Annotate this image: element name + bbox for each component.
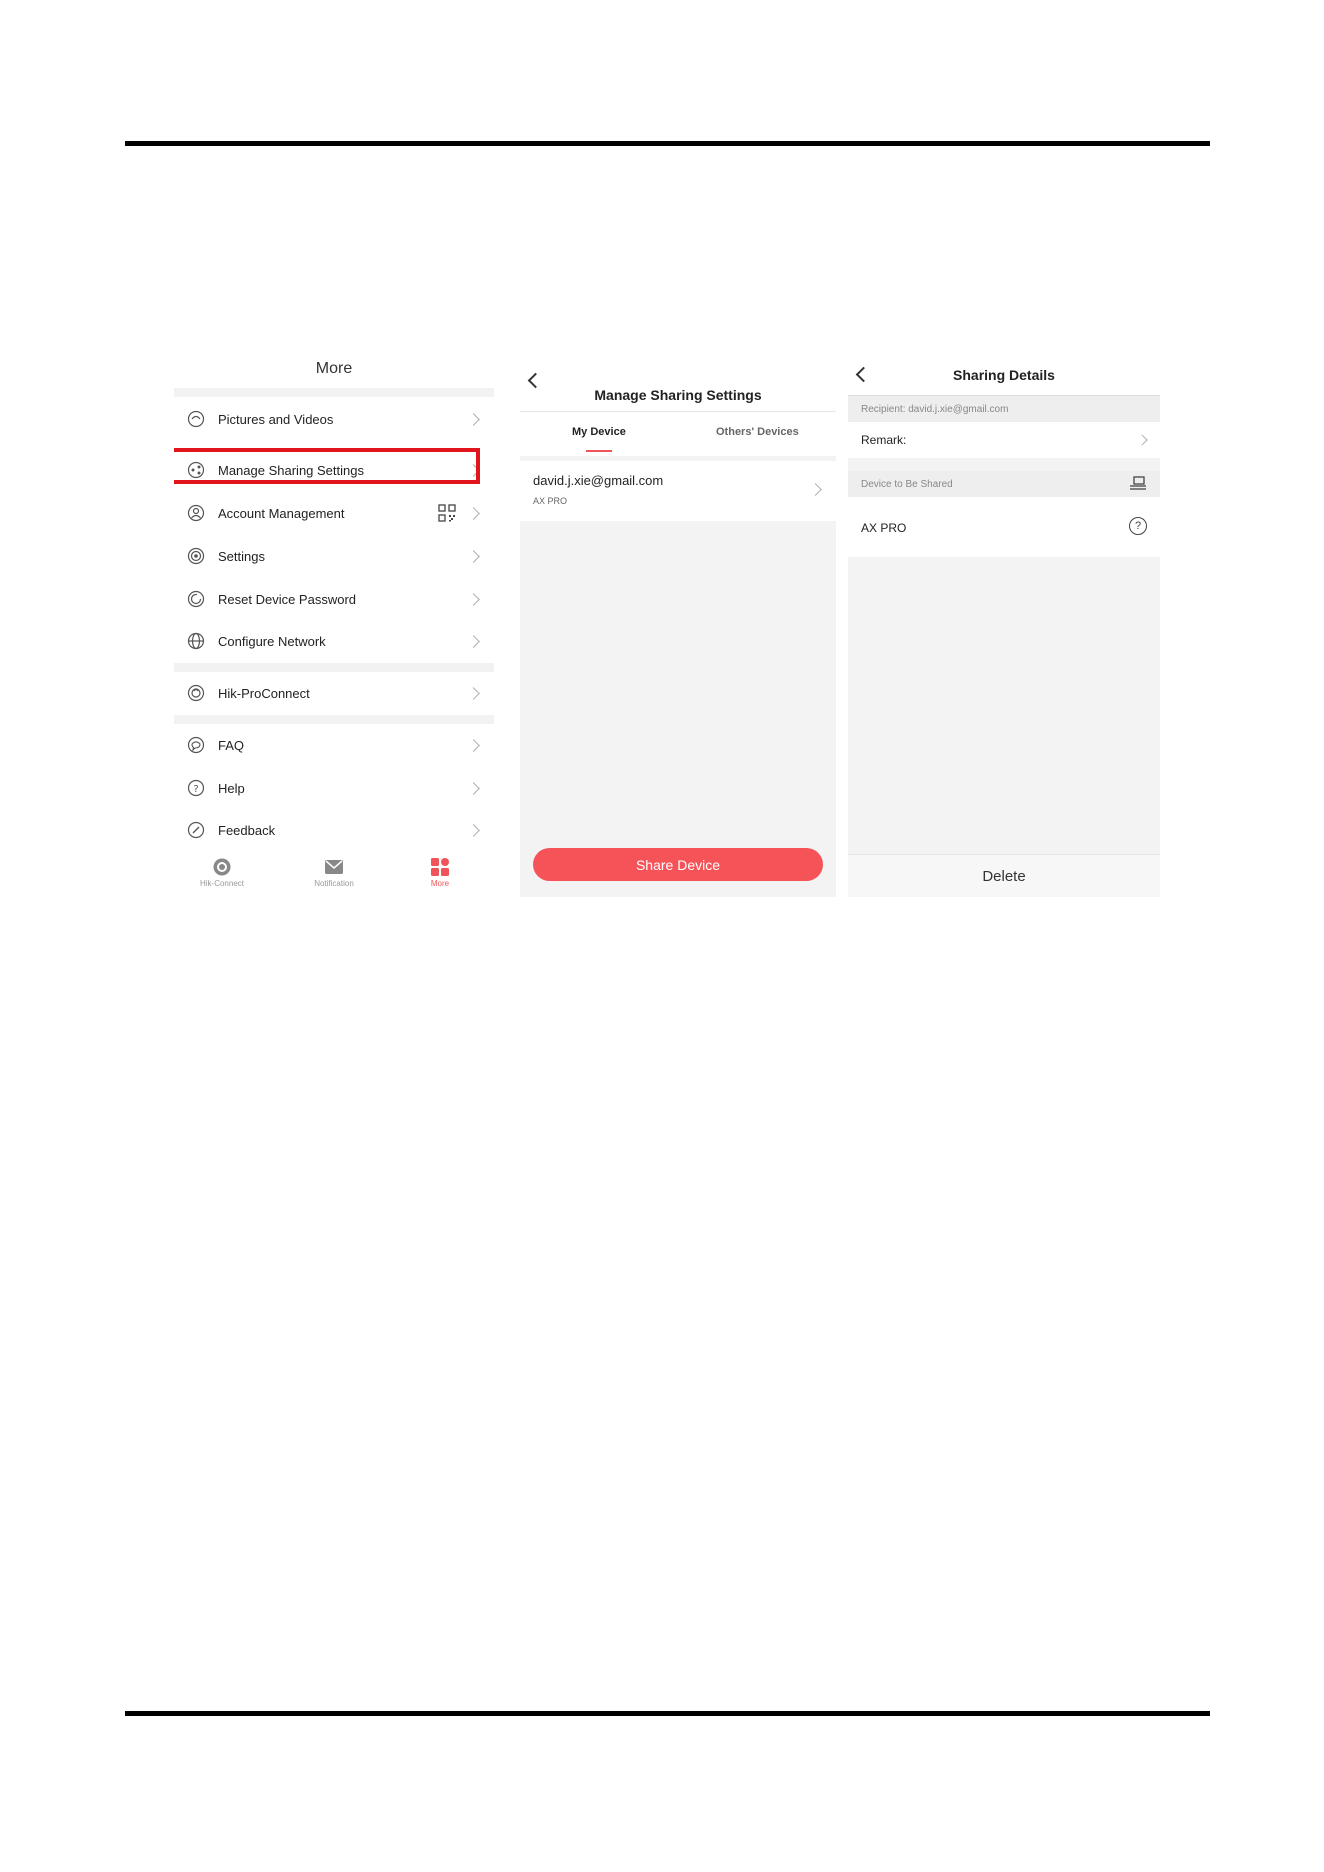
- tab-hik-connect[interactable]: Hik-Connect: [182, 853, 262, 888]
- proconnect-icon: [186, 683, 206, 703]
- tab-underline: [586, 450, 612, 452]
- tab-more[interactable]: More: [400, 853, 480, 888]
- chevron-right-icon: [467, 592, 480, 606]
- remark-row[interactable]: Remark:: [848, 422, 1160, 458]
- chevron-right-icon: [467, 412, 480, 426]
- top-rule: [125, 141, 1210, 146]
- account-icon: [186, 503, 206, 523]
- menu-item-label: Configure Network: [218, 633, 326, 649]
- divider: [174, 663, 494, 672]
- menu-item-label: Account Management: [218, 505, 345, 521]
- menu-item-hik-proconnect[interactable]: Hik-ProConnect: [174, 675, 494, 711]
- menu-item-label: Reset Device Password: [218, 591, 356, 607]
- menu-item-settings[interactable]: Settings: [174, 538, 494, 574]
- divider: [174, 715, 494, 724]
- tab-label: More: [430, 879, 450, 888]
- chevron-right-icon: [467, 686, 480, 700]
- pictures-icon: [186, 409, 206, 429]
- recipient-email: david.j.xie@gmail.com: [533, 473, 664, 488]
- device-list-icon: [1129, 476, 1147, 497]
- recipient-text: Recipient: david.j.xie@gmail.com: [861, 404, 1009, 415]
- feedback-icon: [186, 820, 206, 840]
- grid-icon: [430, 857, 450, 877]
- divider: [174, 388, 494, 397]
- chevron-right-icon: [467, 506, 480, 520]
- chevron-right-icon: [467, 738, 480, 752]
- menu-item-label: Hik-ProConnect: [218, 685, 310, 701]
- envelope-icon: [324, 857, 344, 877]
- remark-label: Remark:: [861, 433, 907, 447]
- chevron-right-icon: [467, 549, 480, 563]
- share-list-item[interactable]: david.j.xie@gmail.com AX PRO: [520, 461, 836, 521]
- device-name: AX PRO: [533, 496, 568, 506]
- menu-item-label: Help: [218, 780, 245, 796]
- share-device-button[interactable]: Share Device: [533, 848, 823, 881]
- tab-label: Notification: [314, 879, 354, 888]
- globe-icon: [186, 631, 206, 651]
- manage-sharing-screen: Manage Sharing Settings My Device Others…: [520, 353, 836, 897]
- menu-item-label: Settings: [218, 548, 265, 564]
- device-name: AX PRO: [861, 521, 907, 535]
- qr-code-icon[interactable]: [438, 504, 456, 522]
- menu-item-label: Feedback: [218, 822, 276, 838]
- device-section-header: Device to Be Shared: [848, 471, 1160, 497]
- page-title: Sharing Details: [953, 367, 1055, 383]
- help-icon: ?: [186, 778, 206, 798]
- menu-item-label: FAQ: [218, 737, 245, 753]
- sharing-details-screen: Sharing Details Recipient: david.j.xie@g…: [848, 353, 1160, 897]
- back-arrow-icon[interactable]: [527, 372, 544, 389]
- menu-item-faq[interactable]: FAQ: [174, 727, 494, 763]
- menu-item-configure-network[interactable]: Configure Network: [174, 623, 494, 659]
- device-section-title: Device to Be Shared: [861, 479, 953, 490]
- delete-button[interactable]: Delete: [848, 854, 1160, 897]
- recipient-section: Recipient: david.j.xie@gmail.com: [848, 396, 1160, 422]
- chevron-right-icon: [467, 823, 480, 837]
- page-title: Manage Sharing Settings: [594, 387, 762, 403]
- tab-label: Hik-Connect: [199, 879, 244, 888]
- hik-connect-icon: [212, 857, 232, 877]
- more-screen: More Pictures and Videos Manage Sharing …: [174, 345, 494, 897]
- bottom-rule: [125, 1711, 1210, 1716]
- menu-item-feedback[interactable]: Feedback: [174, 812, 494, 848]
- chevron-right-icon: [467, 634, 480, 648]
- svg-text:?: ?: [193, 784, 198, 795]
- device-row[interactable]: AX PRO ?: [848, 497, 1160, 557]
- reset-password-icon: [186, 589, 206, 609]
- settings-icon: [186, 546, 206, 566]
- menu-item-account-management[interactable]: Account Management: [174, 495, 494, 531]
- tab-bar: My Device Others' Devices: [520, 411, 836, 456]
- chevron-right-icon: [467, 781, 480, 795]
- menu-item-label: Pictures and Videos: [218, 411, 334, 427]
- chevron-right-icon: [1136, 434, 1148, 446]
- menu-item-reset-device-password[interactable]: Reset Device Password: [174, 581, 494, 617]
- tab-others-devices[interactable]: Others' Devices: [716, 426, 799, 438]
- faq-icon: [186, 735, 206, 755]
- header: Sharing Details: [848, 353, 1160, 396]
- question-mark-icon[interactable]: ?: [1129, 517, 1147, 535]
- menu-item-help[interactable]: ? Help: [174, 770, 494, 806]
- bottom-tab-bar: Hik-Connect Notification More: [174, 853, 494, 897]
- page-title: More: [315, 360, 353, 377]
- highlight-box: [174, 448, 480, 484]
- header: Manage Sharing Settings: [520, 353, 836, 411]
- menu-item-pictures-and-videos[interactable]: Pictures and Videos: [174, 401, 494, 437]
- tab-notification[interactable]: Notification: [294, 853, 374, 888]
- chevron-right-icon: [809, 483, 822, 496]
- tab-my-device[interactable]: My Device: [572, 426, 626, 438]
